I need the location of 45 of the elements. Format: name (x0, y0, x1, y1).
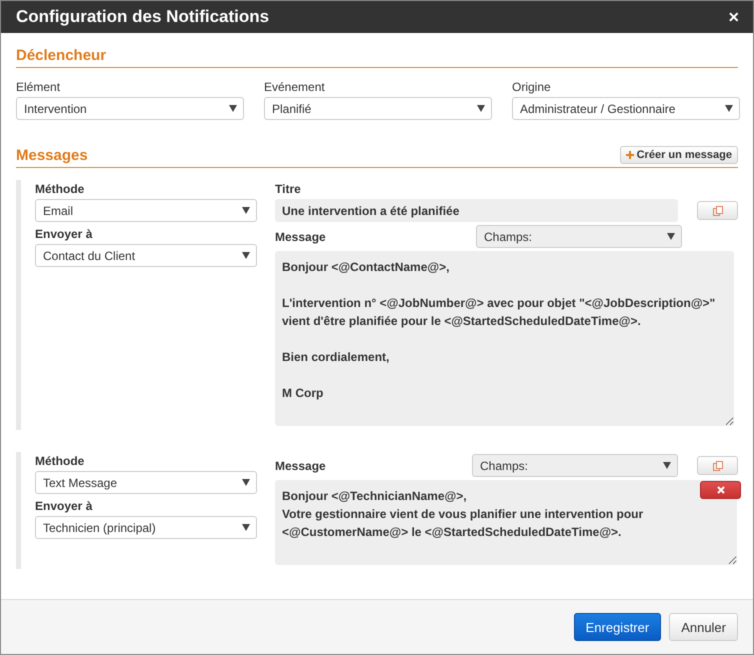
dropdown[interactable]: Technicien (principal) (35, 516, 257, 539)
create-message-button[interactable]: Créer un message (620, 146, 738, 164)
dropdown[interactable]: Intervention (16, 97, 244, 120)
copy-button[interactable] (697, 201, 738, 220)
field-label: Elément (16, 80, 62, 94)
dropdown[interactable]: Email (35, 199, 257, 222)
section-heading: Déclencheur (16, 47, 106, 64)
fields-dropdown[interactable]: Champs: (472, 454, 678, 477)
field-label: Titre (275, 182, 302, 196)
field-label: Méthode (35, 454, 86, 468)
field-label: Envoyer à (35, 499, 94, 513)
dropdown[interactable]: Administrateur / Gestionnaire (512, 97, 740, 120)
caret-icon (242, 524, 250, 531)
copy-icon (712, 460, 722, 470)
close-icon (716, 486, 724, 494)
dropdown[interactable]: Planifié (264, 97, 492, 120)
title-field[interactable]: Une intervention a été planifiée (275, 199, 678, 222)
window-title: Configuration des Notifications (16, 7, 270, 27)
caret-icon (667, 233, 675, 240)
copy-button[interactable] (697, 456, 738, 475)
caret-icon (725, 105, 733, 112)
caret-icon (242, 207, 250, 214)
field-label: Envoyer à (35, 227, 94, 241)
save-button[interactable]: Enregistrer (574, 613, 662, 641)
field-label: Evénement (264, 80, 326, 94)
cancel-button[interactable]: Annuler (669, 613, 738, 641)
plus-icon (626, 151, 634, 159)
caret-icon (242, 252, 250, 259)
message-field[interactable]: Bonjour <@ContactName@>, L'intervention n° <@JobNumber@> avec pour objet "<@JobDescription@>" vient d'être planifiée pour le <@StartedScheduledDateTime@>. Bien cordialement, M Corp (275, 251, 734, 426)
section-heading: Messages (16, 147, 88, 164)
caret-icon (242, 479, 250, 486)
caret-icon (663, 462, 671, 469)
copy-icon (712, 206, 722, 216)
dropdown[interactable]: Text Message (35, 471, 257, 494)
dropdown[interactable]: Contact du Client (35, 244, 257, 267)
field-label: Message (275, 458, 327, 472)
message-field[interactable]: Bonjour <@TechnicianName@>, Votre gestionnaire vient de vous planifier une intervention pour <@CustomerName@> le <@StartedScheduledDateTime@>. (275, 480, 737, 565)
caret-icon (229, 105, 237, 112)
fields-dropdown[interactable]: Champs: (476, 225, 682, 248)
field-label: Message (275, 230, 327, 244)
delete-button[interactable] (700, 481, 741, 499)
field-label: Méthode (35, 182, 86, 196)
caret-icon (477, 105, 485, 112)
close-button[interactable]: × (728, 6, 739, 28)
field-label: Origine (512, 80, 552, 94)
